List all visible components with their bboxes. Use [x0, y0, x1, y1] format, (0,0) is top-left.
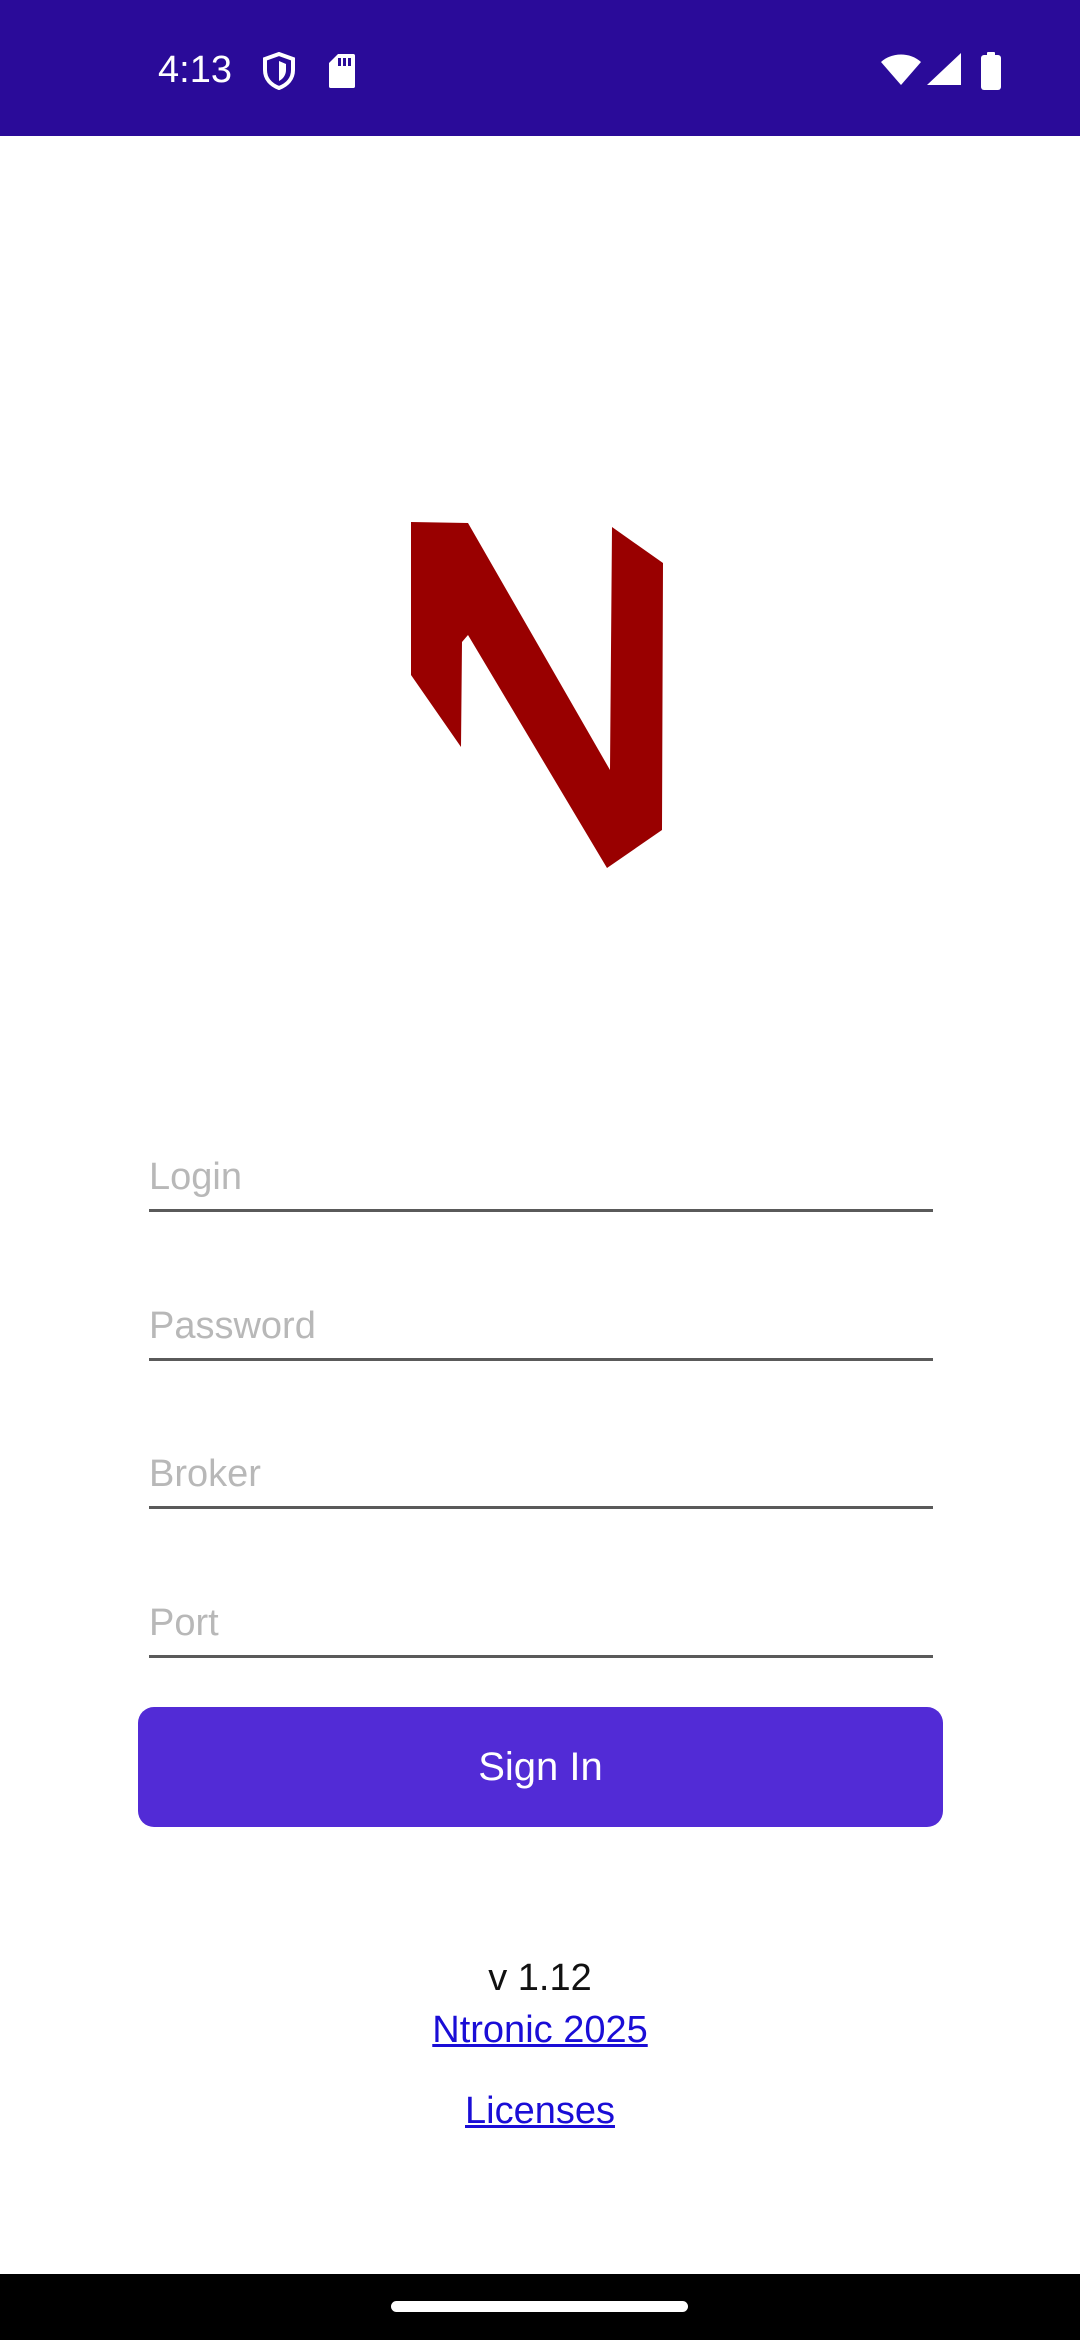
password-input[interactable] — [149, 1294, 933, 1361]
login-input[interactable] — [149, 1145, 933, 1212]
sd-card-icon — [329, 54, 355, 88]
status-bar: 4:13 — [0, 0, 1080, 136]
version-label: v 1.12 — [488, 1957, 592, 1999]
signal-icon — [927, 53, 961, 85]
company-link-row: Ntronic 2025 — [0, 2006, 1080, 2054]
port-input[interactable] — [149, 1591, 933, 1658]
broker-input[interactable] — [149, 1442, 933, 1509]
licenses-link-row: Licenses — [0, 2087, 1080, 2135]
home-gesture-handle[interactable] — [391, 2301, 688, 2312]
sign-in-button[interactable]: Sign In — [138, 1707, 943, 1827]
n-logo-icon — [411, 522, 663, 868]
battery-icon — [981, 52, 1001, 90]
wifi-icon — [881, 54, 921, 85]
status-time: 4:13 — [158, 49, 232, 91]
navigation-bar — [0, 2274, 1080, 2340]
company-link[interactable]: Ntronic 2025 — [432, 2009, 647, 2051]
licenses-link[interactable]: Licenses — [465, 2090, 615, 2132]
shield-icon — [263, 52, 295, 90]
